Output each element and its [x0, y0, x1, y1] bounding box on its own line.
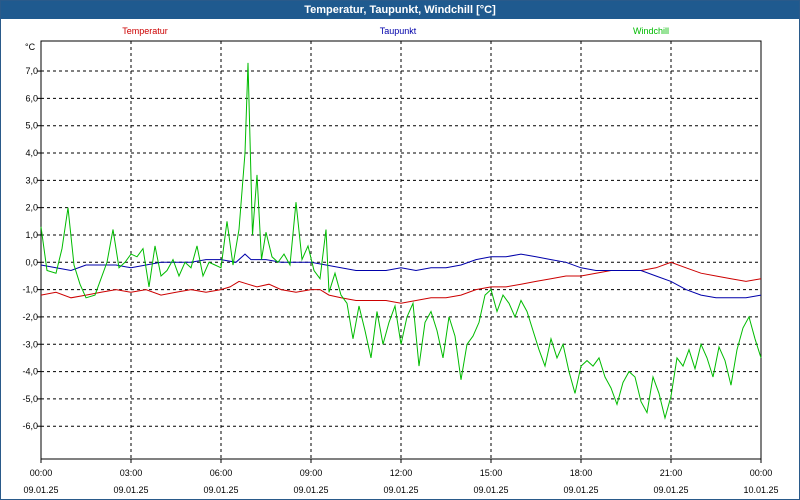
x-tick-time: 00:00: [750, 468, 773, 478]
x-tick-time: 06:00: [210, 468, 233, 478]
y-tick-label: 0,0: [25, 257, 38, 267]
y-tick-label: -3,0: [22, 339, 38, 349]
legend-item-temperatur: Temperatur: [122, 26, 168, 36]
y-axis-label: °C: [25, 42, 36, 52]
y-tick-label: 7,0: [25, 66, 38, 76]
y-tick-label: 1,0: [25, 230, 38, 240]
x-axis-ticks: 00:00 09.01.25 03:00 09.01.25 06:00 09.01.25 0…: [23, 459, 779, 495]
legend-item-windchill: Windchill: [633, 26, 669, 36]
x-tick-time: 09:00: [300, 468, 323, 478]
y-tick-label: -6,0: [22, 421, 38, 431]
y-tick-label: -2,0: [22, 312, 38, 322]
x-tick-time: 18:00: [570, 468, 593, 478]
x-tick-time: 00:00: [30, 468, 53, 478]
x-tick-time: 03:00: [120, 468, 143, 478]
x-tick-date: 09.01.25: [653, 485, 688, 495]
x-tick-time: 21:00: [660, 468, 683, 478]
y-tick-label: -5,0: [22, 394, 38, 404]
x-tick-date: 09.01.25: [203, 485, 238, 495]
x-tick-time: 12:00: [390, 468, 413, 478]
x-tick-date: 09.01.25: [473, 485, 508, 495]
x-tick-date: 09.01.25: [113, 485, 148, 495]
x-tick-date: 09.01.25: [383, 485, 418, 495]
x-tick-time: 15:00: [480, 468, 503, 478]
chart-canvas: 7,0 6,0 5,0 4,0 3,0 2,0 1,0 0,0 -1,0 -2,0 -3,0 -4,0…: [22, 26, 779, 495]
y-tick-label: 4,0: [25, 148, 38, 158]
y-tick-label: 5,0: [25, 121, 38, 131]
y-tick-label: 3,0: [25, 175, 38, 185]
y-tick-label: -4,0: [22, 367, 38, 377]
legend-item-taupunkt: Taupunkt: [380, 26, 417, 36]
x-tick-date: 09.01.25: [23, 485, 58, 495]
chart-window: Temperatur, Taupunkt, Windchill [°C] 7,0…: [0, 0, 800, 500]
y-tick-label: 2,0: [25, 203, 38, 213]
y-axis-ticks: 7,0 6,0 5,0 4,0 3,0 2,0 1,0 0,0 -1,0 -2,0 -3,0 -4,0…: [22, 66, 41, 431]
y-tick-label: -1,0: [22, 285, 38, 295]
legend: Temperatur Taupunkt Windchill: [122, 26, 669, 36]
x-tick-date: 09.01.25: [293, 485, 328, 495]
x-tick-date: 09.01.25: [563, 485, 598, 495]
y-tick-label: 6,0: [25, 93, 38, 103]
x-tick-date: 10.01.25: [743, 485, 778, 495]
